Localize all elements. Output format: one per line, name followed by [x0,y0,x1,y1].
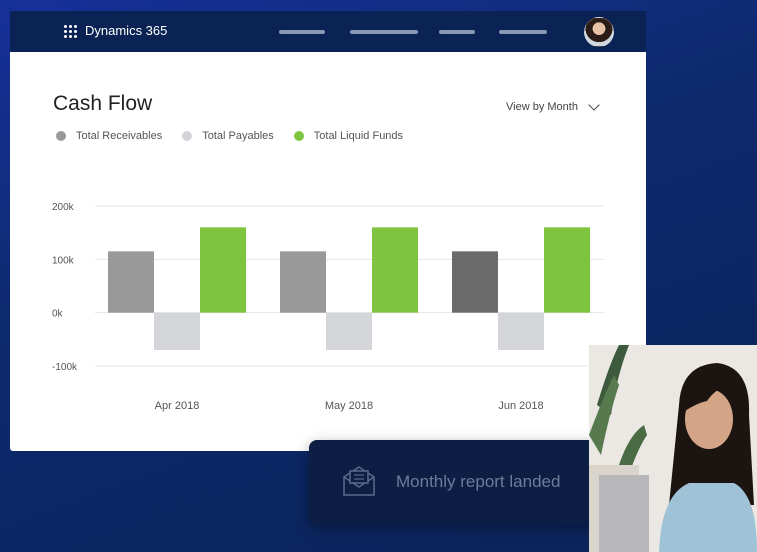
x-tick-label: Apr 2018 [155,400,200,412]
nav-placeholder-2[interactable] [350,30,418,34]
y-tick-label: -100k [52,362,78,373]
nav-placeholder-4[interactable] [499,30,547,34]
envelope-open-icon [343,466,375,496]
notification-toast[interactable]: Monthly report landed [309,440,605,524]
x-tick-label: May 2018 [325,400,373,412]
app-launcher-icon[interactable] [64,25,78,39]
person-photo [589,345,757,552]
app-title[interactable]: Dynamics 365 [85,23,167,38]
cash-flow-card: Cash Flow View by Month Total Receivable… [10,52,646,451]
y-tick-label: 100k [52,255,75,266]
cash-flow-chart: 200k 100k 0k -100k Apr 2018 May 2018 Jun 2018 [52,202,605,412]
y-tick-label: 200k [52,202,75,213]
bar-total-liquid-funds[interactable] [200,227,246,313]
bar-total-liquid-funds[interactable] [544,227,590,313]
top-nav-bar: Dynamics 365 [10,11,646,52]
person-illustration [589,345,757,552]
y-tick-label: 0k [52,309,64,320]
bar-total-payables[interactable] [326,312,372,350]
user-avatar[interactable] [584,17,614,47]
nav-placeholder-3[interactable] [439,30,475,34]
bar-total-receivables[interactable] [280,251,326,313]
toast-message: Monthly report landed [396,472,561,491]
nav-placeholder-1[interactable] [279,30,325,34]
bar-total-liquid-funds[interactable] [372,227,418,313]
x-tick-label: Jun 2018 [498,400,543,412]
bar-total-payables[interactable] [154,312,200,350]
bar-total-receivables[interactable] [452,251,498,313]
bar-total-receivables[interactable] [108,251,154,313]
bar-total-payables[interactable] [498,312,544,350]
